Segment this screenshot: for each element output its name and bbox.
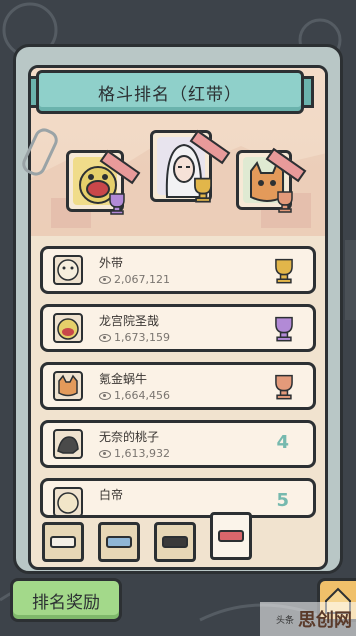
view-count: 1,613,932 [99, 447, 170, 460]
eye-icon [99, 391, 111, 400]
gold-trophy-icon [194, 177, 212, 203]
page-title-text: 格斗排名（红带） [98, 84, 242, 105]
ranking-row-5[interactable]: 白帝 5 [40, 478, 316, 518]
player-avatar [53, 313, 83, 343]
view-count: 2,067,121 [99, 273, 170, 286]
blue-belt-icon [106, 536, 132, 548]
tab-blue-belt[interactable] [98, 522, 140, 562]
rank-number: 4 [276, 432, 289, 453]
view-count: 1,664,456 [99, 389, 170, 402]
silver-trophy-icon [109, 193, 125, 215]
bronze-trophy-icon [275, 374, 293, 400]
player-avatar [53, 255, 83, 285]
rank-number: 5 [276, 490, 289, 511]
black-belt-icon [162, 536, 188, 548]
view-count: 1,673,159 [99, 331, 170, 344]
silver-trophy-icon [275, 316, 293, 342]
ranking-row-4[interactable]: 无奈的桃子 1,613,932 4 [40, 420, 316, 468]
eye-icon [99, 449, 111, 458]
gold-trophy-icon [275, 258, 293, 284]
white-belt-icon [50, 536, 76, 548]
bronze-trophy-icon [277, 191, 293, 213]
player-name: 白帝 [99, 488, 124, 502]
watermark: 头条 思创网 [260, 602, 356, 636]
player-name: 龙宫院圣哉 [99, 314, 160, 328]
tab-white-belt[interactable] [42, 522, 84, 562]
red-belt-icon [218, 530, 244, 542]
player-name: 无奈的桃子 [99, 430, 160, 444]
ranking-row-3[interactable]: 氪金蜗牛 1,664,456 [40, 362, 316, 410]
player-avatar [53, 371, 83, 401]
player-avatar [53, 487, 83, 517]
player-name: 氪金蜗牛 [99, 372, 148, 386]
eye-icon [99, 333, 111, 342]
eye-icon [99, 275, 111, 284]
page-title: 格斗排名（红带） [36, 70, 304, 114]
tab-black-belt[interactable] [154, 522, 196, 562]
ranking-reward-button[interactable]: 排名奖励 [10, 578, 122, 622]
tab-red-belt[interactable] [210, 512, 252, 560]
player-avatar [53, 429, 83, 459]
ranking-row-1[interactable]: 外带 2,067,121 [40, 246, 316, 294]
ranking-row-2[interactable]: 龙宫院圣哉 1,673,159 [40, 304, 316, 352]
player-name: 外带 [99, 256, 124, 270]
ranking-reward-label: 排名奖励 [32, 592, 100, 613]
